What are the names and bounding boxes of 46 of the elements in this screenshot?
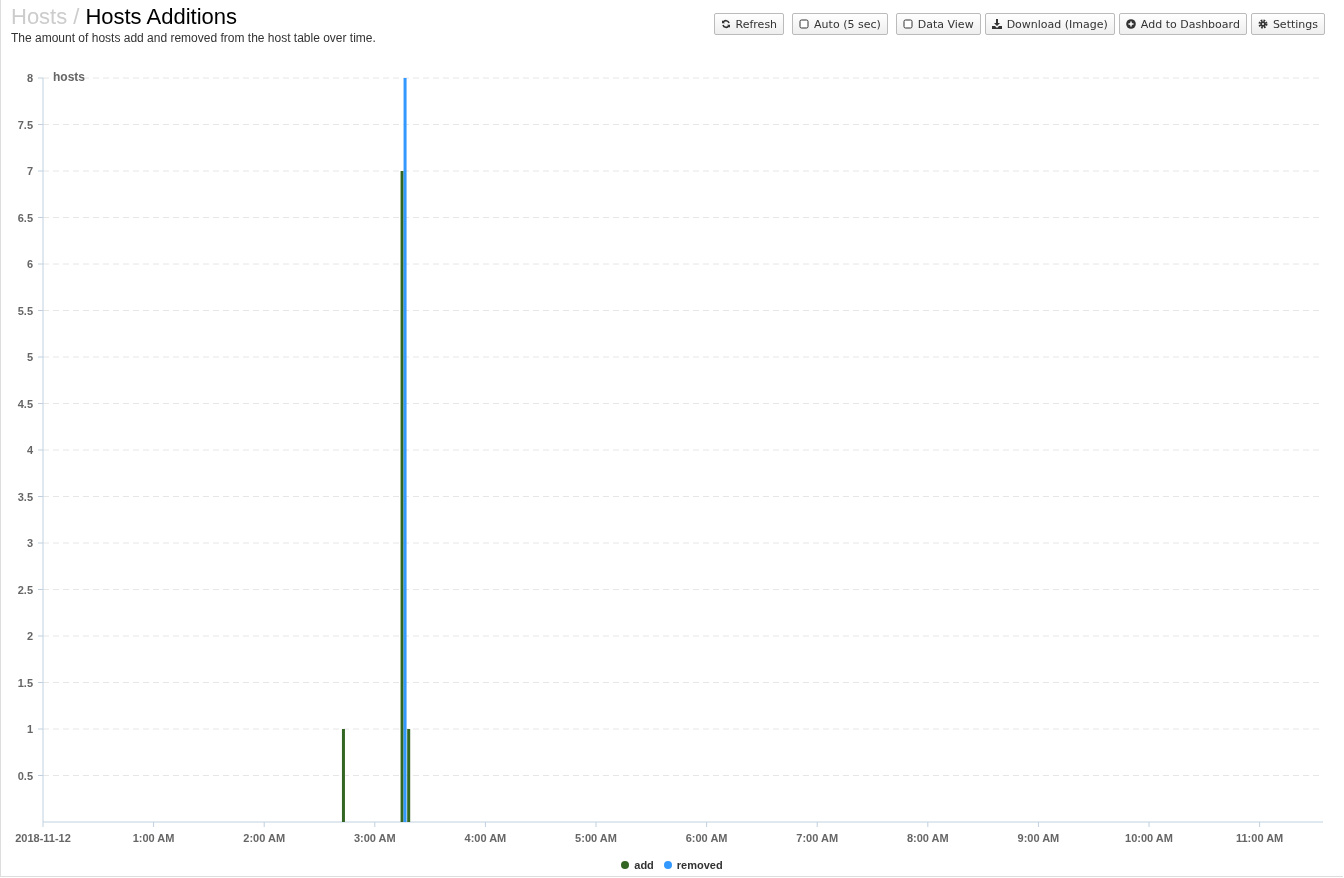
y-tick-label: 6 xyxy=(26,258,33,270)
download-button[interactable]: Download (Image) xyxy=(984,13,1115,35)
x-tick-label: 11:00 AM xyxy=(1236,832,1284,844)
y-tick-label: 2.5 xyxy=(17,583,33,596)
x-tick-label: 2018-11-12 xyxy=(15,832,71,844)
y-tick-label: 5.5 xyxy=(17,304,33,317)
x-tick-label: 5:00 AM xyxy=(575,832,617,844)
toggle-button[interactable]: Data View xyxy=(895,13,981,35)
x-tick-label: 10:00 AM xyxy=(1125,832,1173,844)
y-tick-label: 7 xyxy=(26,165,33,177)
plus-circle-icon xyxy=(1125,19,1136,29)
y-tick-label: 1 xyxy=(26,723,33,735)
y-tick-label: 3.5 xyxy=(17,490,33,503)
y-tick-label: 7.5 xyxy=(17,118,33,131)
y-tick-label: 4.5 xyxy=(17,397,33,410)
y-tick-label: 3 xyxy=(26,537,33,549)
x-tick-label: 2:00 AM xyxy=(243,832,286,844)
x-tick-label: 7:00 AM xyxy=(796,832,839,844)
y-tick-label: 0.5 xyxy=(17,769,33,782)
breadcrumb-separator: / xyxy=(73,4,80,30)
download-icon xyxy=(991,19,1002,29)
add-button[interactable]: Add to Dashboard xyxy=(1118,13,1247,35)
x-tick-label: 8:00 AM xyxy=(906,832,949,844)
y-tick-label: 8 xyxy=(26,72,33,84)
legend-label[interactable]: add xyxy=(634,859,654,871)
settings-button[interactable]: Settings xyxy=(1250,13,1325,35)
x-tick-label: 9:00 AM xyxy=(1017,832,1060,844)
page-title: Hosts Additions xyxy=(85,4,237,30)
checkbox-icon xyxy=(799,19,810,29)
x-tick-label: 4:00 AM xyxy=(464,832,507,844)
page-description: The amount of hosts add and removed from the host table over time. xyxy=(11,31,376,45)
x-tick-label: 3:00 AM xyxy=(353,832,396,844)
legend-label[interactable]: removed xyxy=(676,859,723,871)
toggle-button[interactable]: Auto (5 sec) xyxy=(792,13,888,35)
x-tick-label: 6:00 AM xyxy=(685,832,728,844)
y-tick-label: 2 xyxy=(26,630,33,642)
x-tick-label: 1:00 AM xyxy=(132,832,175,844)
y-tick-label: 1.5 xyxy=(17,676,33,689)
y-tick-label: 5 xyxy=(26,351,33,363)
y-tick-label: 6.5 xyxy=(17,211,33,224)
refresh-icon xyxy=(720,19,731,29)
refresh-button[interactable]: Refresh xyxy=(713,13,785,35)
settings-icon xyxy=(1257,19,1268,29)
checkbox-icon xyxy=(902,19,913,29)
y-tick-label: 4 xyxy=(26,444,33,456)
y-axis-label: hosts xyxy=(53,70,85,84)
